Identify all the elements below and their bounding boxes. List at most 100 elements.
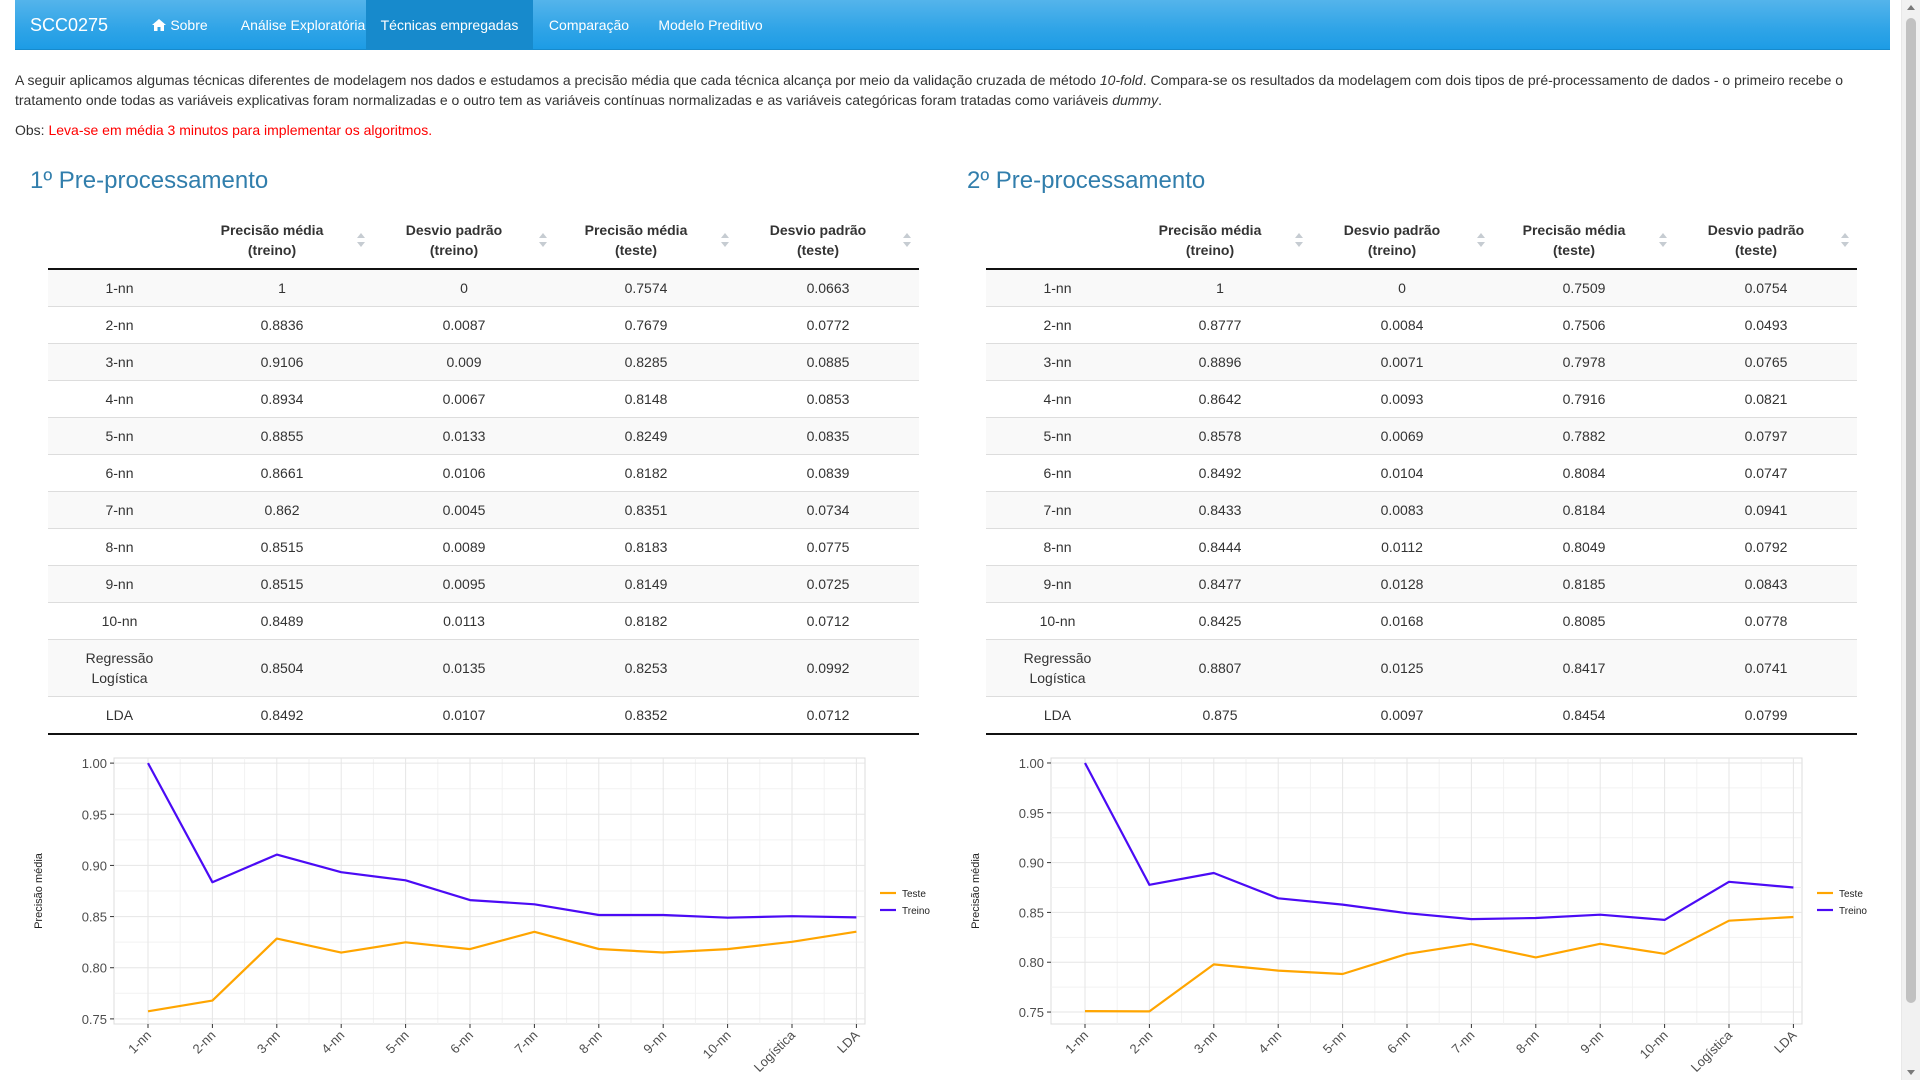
scroll-down-arrow-icon[interactable] bbox=[1907, 1070, 1915, 1075]
legend-label: Treino bbox=[1839, 906, 1867, 917]
header-cell-model[interactable] bbox=[48, 212, 191, 270]
value-cell: 0.8085 bbox=[1493, 602, 1675, 640]
sort-icon[interactable] bbox=[1477, 232, 1485, 248]
y-tick-label: 0.80 bbox=[1019, 955, 1044, 970]
value-cell: 0.8855 bbox=[191, 417, 373, 455]
page-scrollbar[interactable] bbox=[1901, 0, 1920, 1080]
line-chart-2: 0.75 0.80 0.85 0.90 0.95 1.00 1-nn 2-nn 3-nn 4-nn… bbox=[967, 748, 1887, 1080]
header-cell-model[interactable] bbox=[986, 212, 1129, 270]
table-row: LDA 0.875 0.0097 0.8454 0.0799 bbox=[986, 696, 1857, 735]
sort-icon[interactable] bbox=[1295, 232, 1303, 248]
x-tick-label: LDA bbox=[1771, 1027, 1800, 1056]
nav-item-label: Técnicas empregadas bbox=[380, 17, 519, 33]
value-cell: 0.0071 bbox=[1311, 343, 1493, 381]
table-row: 6-nn 0.8661 0.0106 0.8182 0.0839 bbox=[48, 454, 919, 492]
sortable-column-header[interactable]: Precisão média (teste) bbox=[555, 212, 737, 270]
brand-link[interactable]: SCC0275 bbox=[30, 0, 108, 50]
sortable-column-header[interactable]: Desvio padrão (teste) bbox=[1675, 212, 1857, 270]
value-cell: 0.0045 bbox=[373, 491, 555, 529]
nav-item-tecnicas-empregadas[interactable]: Técnicas empregadas bbox=[366, 0, 533, 50]
sort-icon[interactable] bbox=[903, 232, 911, 248]
value-cell: 0.0133 bbox=[373, 417, 555, 455]
value-cell: 0.0097 bbox=[1311, 696, 1493, 735]
x-tick-label: 7-nn bbox=[1449, 1028, 1478, 1057]
header-sublabel: (treino) bbox=[429, 242, 479, 258]
obs-label: Obs: bbox=[15, 122, 49, 138]
value-cell: 0.9106 bbox=[191, 343, 373, 381]
y-axis-label: Precisão média bbox=[33, 852, 45, 929]
table-row: 5-nn 0.8855 0.0133 0.8249 0.0835 bbox=[48, 417, 919, 455]
line-chart-1: 0.75 0.80 0.85 0.90 0.95 1.00 1-nn 2-nn 3-nn 4-nn… bbox=[30, 748, 950, 1080]
nav-item-label: Modelo Preditivo bbox=[658, 17, 763, 33]
intro-text-a: A seguir aplicamos algumas técnicas dife… bbox=[15, 72, 1100, 88]
x-tick-label: 3-nn bbox=[1191, 1028, 1220, 1057]
value-cell: 0.8492 bbox=[1129, 454, 1311, 492]
table-row: 2-nn 0.8836 0.0087 0.7679 0.0772 bbox=[48, 306, 919, 344]
nav-item-modelo-preditivo[interactable]: Modelo Preditivo bbox=[645, 0, 776, 50]
sort-icon[interactable] bbox=[721, 232, 729, 248]
value-cell: 0.0067 bbox=[373, 380, 555, 418]
chart-legend: Teste Treino bbox=[880, 889, 930, 917]
x-tick-label: 7-nn bbox=[512, 1028, 541, 1057]
y-tick-label: 0.95 bbox=[1019, 806, 1044, 821]
header-label: Desvio padrão bbox=[769, 222, 867, 238]
sortable-column-header[interactable]: Desvio padrão (treino) bbox=[373, 212, 555, 270]
x-tick-label: 6-nn bbox=[1384, 1028, 1413, 1057]
value-cell: 0.8182 bbox=[555, 602, 737, 640]
sortable-column-header[interactable]: Desvio padrão (teste) bbox=[737, 212, 919, 270]
sortable-column-header[interactable]: Desvio padrão (treino) bbox=[1311, 212, 1493, 270]
value-cell: 0.8515 bbox=[191, 565, 373, 603]
nav-item-sobre[interactable]: Sobre bbox=[135, 0, 225, 50]
model-name-cell: LDA bbox=[48, 696, 191, 735]
y-tick-label: 0.90 bbox=[82, 858, 107, 873]
sort-icon[interactable] bbox=[1659, 232, 1667, 248]
y-tick-label: 0.75 bbox=[82, 1012, 107, 1027]
value-cell: 0.0992 bbox=[737, 639, 919, 697]
value-cell: 0.0741 bbox=[1675, 639, 1857, 697]
y-tick-label: 1.00 bbox=[82, 756, 107, 771]
model-name-cell: 1-nn bbox=[986, 268, 1129, 307]
table-header-row: Precisão média (treino) Desvio padrão (trei… bbox=[986, 212, 1857, 270]
value-cell: 0.0125 bbox=[1311, 639, 1493, 697]
model-name-cell: 9-nn bbox=[48, 565, 191, 603]
table-row: 1-nn 1 0 0.7574 0.0663 bbox=[48, 268, 919, 307]
sortable-column-header[interactable]: Precisão média (treino) bbox=[1129, 212, 1311, 270]
sort-icon[interactable] bbox=[357, 232, 365, 248]
nav-item-sobre-label: Sobre bbox=[170, 17, 208, 33]
intro-paragraph: A seguir aplicamos algumas técnicas dife… bbox=[15, 70, 1875, 110]
model-name-cell: 4-nn bbox=[986, 380, 1129, 418]
value-cell: 0.8578 bbox=[1129, 417, 1311, 455]
value-cell: 0.0853 bbox=[737, 380, 919, 418]
chart-legend: Teste Treino bbox=[1817, 889, 1867, 917]
table-row: Regressão Logística 0.8504 0.0135 0.8253 0.0… bbox=[48, 639, 919, 697]
sortable-column-header[interactable]: Precisão média (treino) bbox=[191, 212, 373, 270]
sort-icon[interactable] bbox=[539, 232, 547, 248]
model-name-cell: 1-nn bbox=[48, 268, 191, 307]
value-cell: 0.0128 bbox=[1311, 565, 1493, 603]
intro-emphasis-10fold: 10-fold bbox=[1099, 72, 1143, 88]
y-tick-label: 1.00 bbox=[1019, 756, 1044, 771]
model-name-cell: 6-nn bbox=[986, 454, 1129, 492]
value-cell: 0.0712 bbox=[737, 696, 919, 735]
sort-icon[interactable] bbox=[1841, 232, 1849, 248]
nav-item-comparacao[interactable]: Comparação bbox=[533, 0, 645, 50]
y-tick-label: 0.75 bbox=[1019, 1005, 1044, 1020]
intro-emphasis-dummy: dummy bbox=[1112, 92, 1159, 108]
model-name-cell: 7-nn bbox=[48, 491, 191, 529]
table-row: 7-nn 0.8433 0.0083 0.8184 0.0941 bbox=[986, 491, 1857, 529]
sortable-column-header[interactable]: Precisão média (teste) bbox=[1493, 212, 1675, 270]
value-cell: 0.8351 bbox=[555, 491, 737, 529]
value-cell: 0.0734 bbox=[737, 491, 919, 529]
nav-item-analise-exploratoria[interactable]: Análise Exploratória bbox=[225, 0, 381, 50]
y-tick-label: 0.90 bbox=[1019, 856, 1044, 871]
scroll-up-arrow-icon[interactable] bbox=[1907, 5, 1915, 10]
scrollbar-thumb[interactable] bbox=[1906, 18, 1916, 1003]
model-name-cell: 9-nn bbox=[986, 565, 1129, 603]
value-cell: 0.0885 bbox=[737, 343, 919, 381]
table-row: Regressão Logística 0.8807 0.0125 0.8417 0.0… bbox=[986, 639, 1857, 697]
value-cell: 0.8807 bbox=[1129, 639, 1311, 697]
table-row: 1-nn 1 0 0.7509 0.0754 bbox=[986, 268, 1857, 307]
x-tick-label: 10-nn bbox=[700, 1028, 734, 1062]
legend-label: Teste bbox=[902, 889, 926, 900]
model-name-cell: 5-nn bbox=[986, 417, 1129, 455]
